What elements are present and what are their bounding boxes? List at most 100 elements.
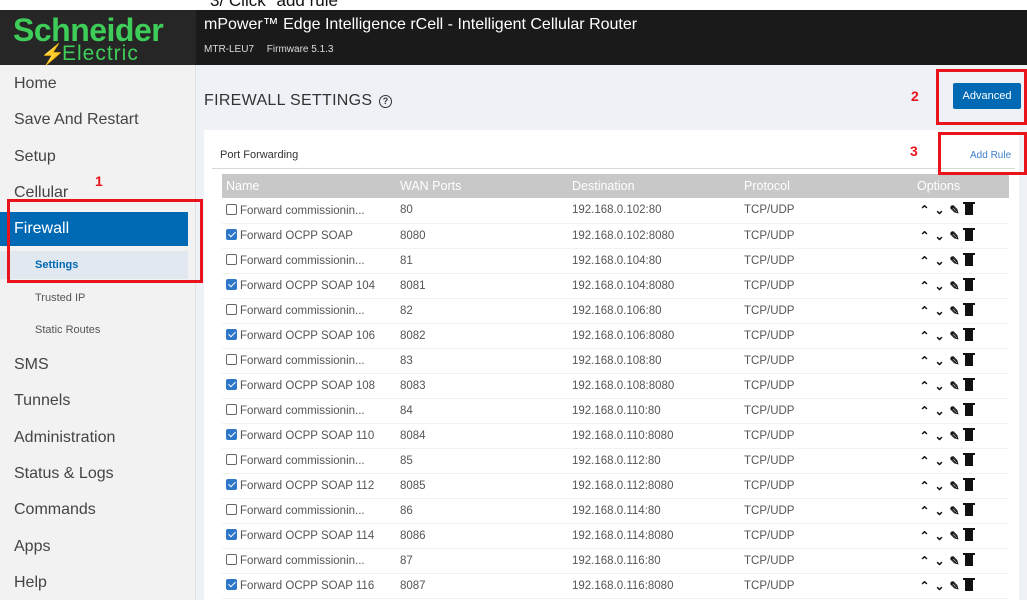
move-up-icon[interactable]: ⌃ — [917, 354, 932, 368]
move-down-icon[interactable]: ⌄ — [932, 279, 947, 293]
sidebar-item-commands[interactable]: Commands — [0, 494, 188, 526]
column-header-name[interactable]: Name — [222, 174, 396, 198]
delete-trash-icon[interactable] — [963, 477, 975, 491]
rule-enabled-checkbox[interactable] — [226, 203, 237, 215]
sidebar-item-setup[interactable]: Setup — [0, 141, 188, 173]
move-down-icon[interactable]: ⌄ — [932, 254, 947, 268]
rule-enabled-checkbox[interactable] — [226, 304, 237, 315]
move-down-icon[interactable]: ⌄ — [932, 354, 947, 368]
move-up-icon[interactable]: ⌃ — [917, 554, 932, 568]
move-up-icon[interactable]: ⌃ — [917, 479, 932, 493]
edit-pencil-icon[interactable]: ✎ — [947, 429, 962, 443]
edit-pencil-icon[interactable]: ✎ — [947, 354, 962, 368]
move-up-icon[interactable]: ⌃ — [917, 504, 932, 518]
sidebar-item-static-routes[interactable]: Static Routes — [0, 316, 188, 344]
edit-pencil-icon[interactable]: ✎ — [947, 479, 962, 493]
move-down-icon[interactable]: ⌄ — [932, 329, 947, 343]
move-up-icon[interactable]: ⌃ — [917, 203, 932, 217]
sidebar-item-home[interactable]: Home — [0, 68, 188, 100]
rule-enabled-checkbox[interactable] — [226, 479, 237, 490]
column-header-wan-ports[interactable]: WAN Ports — [396, 174, 568, 198]
rule-enabled-checkbox[interactable] — [226, 554, 237, 565]
sidebar-item-sms[interactable]: SMS — [0, 349, 188, 381]
delete-trash-icon[interactable] — [963, 327, 975, 341]
edit-pencil-icon[interactable]: ✎ — [947, 279, 962, 293]
delete-trash-icon[interactable] — [963, 352, 975, 366]
move-up-icon[interactable]: ⌃ — [917, 579, 932, 593]
edit-pencil-icon[interactable]: ✎ — [947, 229, 962, 243]
move-down-icon[interactable]: ⌄ — [932, 454, 947, 468]
sidebar-item-save-and-restart[interactable]: Save And Restart — [0, 104, 188, 136]
delete-trash-icon[interactable] — [963, 452, 975, 466]
edit-pencil-icon[interactable]: ✎ — [947, 304, 962, 318]
edit-pencil-icon[interactable]: ✎ — [947, 454, 962, 468]
move-down-icon[interactable]: ⌄ — [932, 429, 947, 443]
move-up-icon[interactable]: ⌃ — [917, 454, 932, 468]
edit-pencil-icon[interactable]: ✎ — [947, 379, 962, 393]
edit-pencil-icon[interactable]: ✎ — [947, 404, 962, 418]
delete-trash-icon[interactable] — [963, 577, 975, 591]
delete-trash-icon[interactable] — [963, 427, 975, 441]
move-down-icon[interactable]: ⌄ — [932, 554, 947, 568]
edit-pencil-icon[interactable]: ✎ — [947, 203, 962, 217]
firmware-version: Firmware 5.1.3 — [266, 44, 334, 55]
move-up-icon[interactable]: ⌃ — [917, 279, 932, 293]
move-down-icon[interactable]: ⌄ — [932, 229, 947, 243]
move-up-icon[interactable]: ⌃ — [917, 379, 932, 393]
delete-trash-icon[interactable] — [963, 277, 975, 291]
rule-enabled-checkbox[interactable] — [226, 404, 237, 415]
table-row: Forward commissionin... 84 192.168.0.110:8… — [222, 398, 1009, 424]
sidebar-item-status-logs[interactable]: Status & Logs — [0, 458, 188, 490]
delete-trash-icon[interactable] — [963, 202, 975, 216]
move-up-icon[interactable]: ⌃ — [917, 229, 932, 243]
edit-pencil-icon[interactable]: ✎ — [947, 554, 962, 568]
edit-pencil-icon[interactable]: ✎ — [947, 329, 962, 343]
move-up-icon[interactable]: ⌃ — [917, 304, 932, 318]
move-up-icon[interactable]: ⌃ — [917, 529, 932, 543]
move-up-icon[interactable]: ⌃ — [917, 254, 932, 268]
move-down-icon[interactable]: ⌄ — [932, 479, 947, 493]
help-icon[interactable]: ? — [379, 95, 393, 108]
rule-enabled-checkbox[interactable] — [226, 229, 237, 240]
move-down-icon[interactable]: ⌄ — [932, 404, 947, 418]
rule-enabled-checkbox[interactable] — [226, 354, 237, 365]
schneider-logo[interactable]: Schneider ⚡ Electric — [0, 10, 196, 66]
column-header-destination[interactable]: Destination — [568, 174, 740, 198]
move-up-icon[interactable]: ⌃ — [917, 429, 932, 443]
delete-trash-icon[interactable] — [963, 502, 975, 516]
rule-enabled-checkbox[interactable] — [226, 529, 237, 540]
move-down-icon[interactable]: ⌄ — [932, 304, 947, 318]
move-up-icon[interactable]: ⌃ — [917, 404, 932, 418]
rule-enabled-checkbox[interactable] — [226, 504, 237, 515]
move-down-icon[interactable]: ⌄ — [932, 504, 947, 518]
rule-enabled-checkbox[interactable] — [226, 379, 237, 390]
delete-trash-icon[interactable] — [963, 377, 975, 391]
sidebar-item-apps[interactable]: Apps — [0, 531, 188, 563]
column-header-protocol[interactable]: Protocol — [740, 174, 913, 198]
sidebar-item-tunnels[interactable]: Tunnels — [0, 385, 188, 417]
rule-enabled-checkbox[interactable] — [226, 429, 237, 440]
move-down-icon[interactable]: ⌄ — [932, 529, 947, 543]
edit-pencil-icon[interactable]: ✎ — [947, 529, 962, 543]
sidebar-item-help[interactable]: Help — [0, 567, 188, 599]
delete-trash-icon[interactable] — [963, 527, 975, 541]
delete-trash-icon[interactable] — [963, 552, 975, 566]
edit-pencil-icon[interactable]: ✎ — [947, 579, 962, 593]
edit-pencil-icon[interactable]: ✎ — [947, 504, 962, 518]
move-up-icon[interactable]: ⌃ — [917, 329, 932, 343]
rule-enabled-checkbox[interactable] — [226, 254, 237, 265]
sidebar-item-trusted-ip[interactable]: Trusted IP — [0, 284, 188, 312]
delete-trash-icon[interactable] — [963, 252, 975, 266]
delete-trash-icon[interactable] — [963, 227, 975, 241]
rule-enabled-checkbox[interactable] — [226, 454, 237, 465]
delete-trash-icon[interactable] — [963, 302, 975, 316]
move-down-icon[interactable]: ⌄ — [932, 203, 947, 217]
move-down-icon[interactable]: ⌄ — [932, 579, 947, 593]
move-down-icon[interactable]: ⌄ — [932, 379, 947, 393]
sidebar-item-administration[interactable]: Administration — [0, 422, 188, 454]
edit-pencil-icon[interactable]: ✎ — [947, 254, 962, 268]
rule-enabled-checkbox[interactable] — [226, 329, 237, 340]
delete-trash-icon[interactable] — [963, 402, 975, 416]
rule-enabled-checkbox[interactable] — [226, 279, 237, 290]
rule-enabled-checkbox[interactable] — [226, 579, 237, 590]
